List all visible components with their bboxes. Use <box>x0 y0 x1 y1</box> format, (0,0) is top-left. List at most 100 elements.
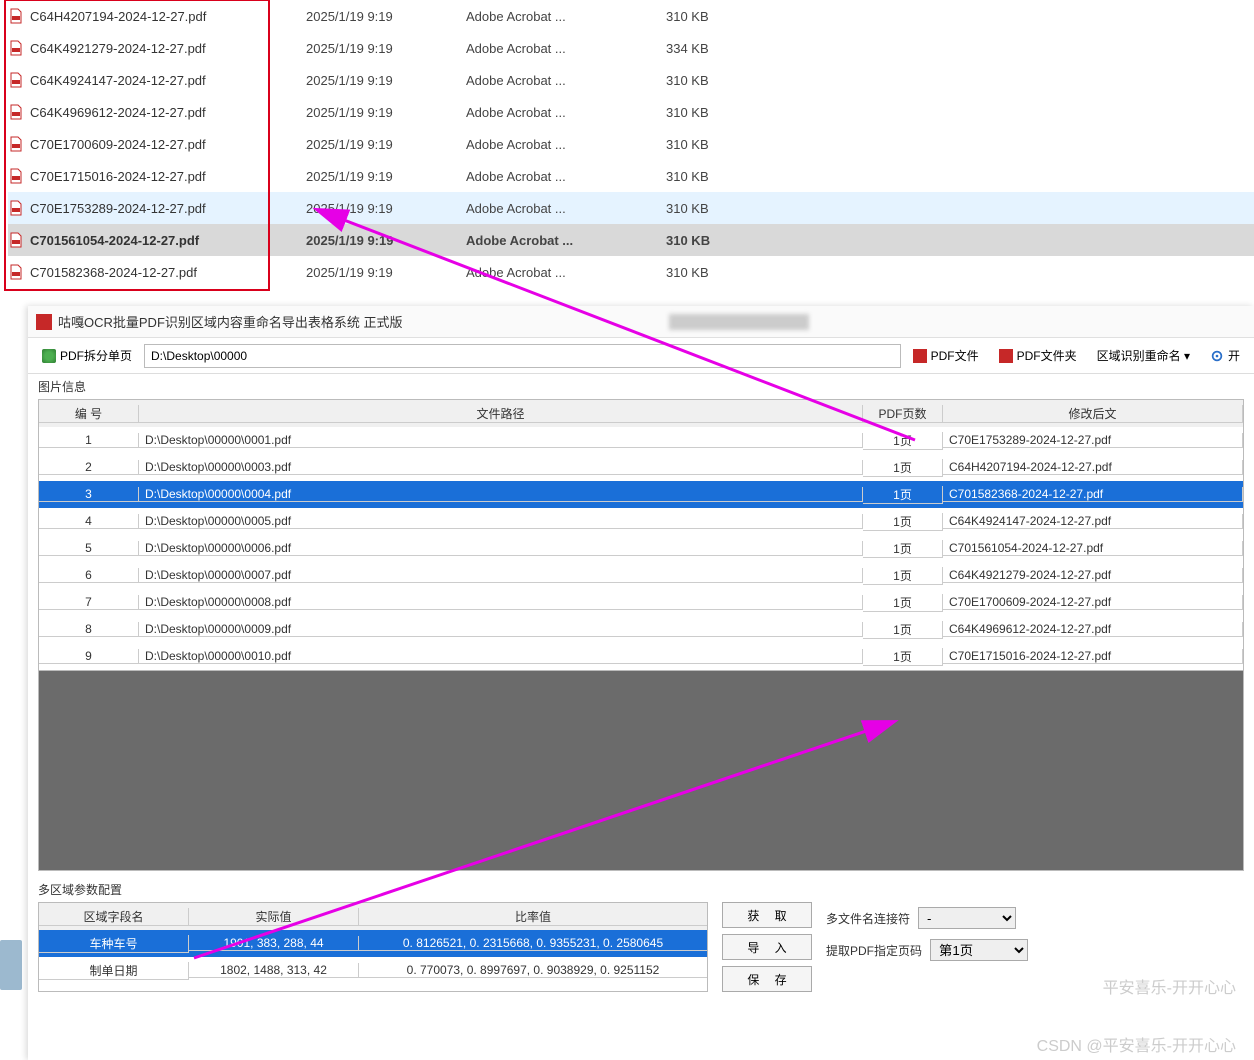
file-date: 2025/1/19 9:19 <box>306 9 466 24</box>
file-row[interactable]: C70E1715016-2024-12-27.pdf2025/1/19 9:19… <box>8 160 1254 192</box>
pdf-icon <box>8 200 24 216</box>
col-actual[interactable]: 实际值 <box>189 908 359 926</box>
app-icon <box>36 314 52 330</box>
table-row[interactable]: 1D:\Desktop\00000\0001.pdf1页C70E1753289-… <box>39 427 1243 454</box>
pdf-icon <box>8 8 24 24</box>
file-name: C64K4924147-2024-12-27.pdf <box>30 73 206 88</box>
file-size: 310 KB <box>666 9 766 24</box>
col-newname[interactable]: 修改后文 <box>943 405 1243 423</box>
table-row[interactable]: 4D:\Desktop\00000\0005.pdf1页C64K4924147-… <box>39 508 1243 535</box>
table-row[interactable]: 2D:\Desktop\00000\0003.pdf1页C64H4207194-… <box>39 454 1243 481</box>
cfg-field: 制单日期 <box>39 962 189 980</box>
section-image-info: 图片信息 <box>28 374 1254 399</box>
pdf-icon <box>913 349 927 363</box>
file-row[interactable]: C70E1753289-2024-12-27.pdf2025/1/19 9:19… <box>8 192 1254 224</box>
save-button[interactable]: 保 存 <box>722 966 812 992</box>
import-button[interactable]: 导 入 <box>722 934 812 960</box>
label: PDF文件夹 <box>1017 347 1077 364</box>
file-name: C70E1700609-2024-12-27.pdf <box>30 137 206 152</box>
table-row[interactable]: 3D:\Desktop\00000\0004.pdf1页C701582368-2… <box>39 481 1243 508</box>
table-row[interactable]: 8D:\Desktop\00000\0009.pdf1页C64K4969612-… <box>39 616 1243 643</box>
file-row[interactable]: C64K4969612-2024-12-27.pdf2025/1/19 9:19… <box>8 96 1254 128</box>
titlebar[interactable]: 咕嘎OCR批量PDF识别区域内容重命名导出表格系统 正式版 <box>28 306 1254 338</box>
table-row[interactable]: 6D:\Desktop\00000\0007.pdf1页C64K4921279-… <box>39 562 1243 589</box>
file-row[interactable]: C64H4207194-2024-12-27.pdf 2025/1/19 9:19… <box>8 0 1254 32</box>
label: PDF文件 <box>931 347 979 364</box>
grid-header: 编 号 文件路径 PDF页数 修改后文 <box>39 400 1243 427</box>
cell-newname: C70E1715016-2024-12-27.pdf <box>943 649 1243 664</box>
cfg-ratio: 0. 770073, 0. 8997697, 0. 9038929, 0. 92… <box>359 963 707 978</box>
file-size: 310 KB <box>666 105 766 120</box>
pdf-icon <box>999 349 1013 363</box>
file-type: Adobe Acrobat ... <box>466 73 666 88</box>
cell-path: D:\Desktop\00000\0007.pdf <box>139 568 863 583</box>
table-row[interactable]: 9D:\Desktop\00000\0010.pdf1页C70E1715016-… <box>39 643 1243 670</box>
taskbar-fragment <box>0 940 22 990</box>
region-rename-dropdown[interactable]: 区域识别重命名 ▾ <box>1089 342 1198 370</box>
grid-empty-area <box>38 671 1244 871</box>
file-type: Adobe Acrobat ... <box>466 201 666 216</box>
cell-newname: C701582368-2024-12-27.pdf <box>943 487 1243 502</box>
col-pages[interactable]: PDF页数 <box>863 405 943 423</box>
cell-number: 2 <box>39 460 139 475</box>
cfg-actual: 1901, 383, 288, 44 <box>189 936 359 951</box>
config-grid: 区域字段名 实际值 比率值 车种车号1901, 383, 288, 440. 8… <box>38 902 708 992</box>
file-explorer: C64H4207194-2024-12-27.pdf 2025/1/19 9:19… <box>8 0 1254 288</box>
file-date: 2025/1/19 9:19 <box>306 137 466 152</box>
cell-newname: C64K4924147-2024-12-27.pdf <box>943 514 1243 529</box>
path-input[interactable] <box>144 344 901 368</box>
file-date: 2025/1/19 9:19 <box>306 41 466 56</box>
cell-path: D:\Desktop\00000\0009.pdf <box>139 622 863 637</box>
file-size: 310 KB <box>666 137 766 152</box>
file-date: 2025/1/19 9:19 <box>306 201 466 216</box>
pdf-folder-button[interactable]: PDF文件夹 <box>991 342 1085 370</box>
ocr-app-window: 咕嘎OCR批量PDF识别区域内容重命名导出表格系统 正式版 PDF拆分单页 PD… <box>28 306 1254 1060</box>
pdf-split-button[interactable]: PDF拆分单页 <box>34 342 140 370</box>
cell-pages: 1页 <box>863 567 943 585</box>
cell-path: D:\Desktop\00000\0001.pdf <box>139 433 863 448</box>
col-ratio[interactable]: 比率值 <box>359 908 707 926</box>
cell-number: 5 <box>39 541 139 556</box>
cell-path: D:\Desktop\00000\0004.pdf <box>139 487 863 502</box>
table-row[interactable]: 5D:\Desktop\00000\0006.pdf1页C701561054-2… <box>39 535 1243 562</box>
file-type: Adobe Acrobat ... <box>466 265 666 280</box>
col-field[interactable]: 区域字段名 <box>39 908 189 926</box>
blurred-region <box>669 314 809 330</box>
cell-newname: C701561054-2024-12-27.pdf <box>943 541 1243 556</box>
pdf-icon <box>8 232 24 248</box>
watermark: 平安喜乐-开开心心 <box>1103 974 1236 998</box>
file-size: 310 KB <box>666 169 766 184</box>
file-name: C64H4207194-2024-12-27.pdf <box>30 9 206 24</box>
file-row[interactable]: C701582368-2024-12-27.pdf2025/1/19 9:19A… <box>8 256 1254 288</box>
file-row[interactable]: C70E1700609-2024-12-27.pdf 2025/1/19 9:19… <box>8 128 1254 160</box>
pdf-file-button[interactable]: PDF文件 <box>905 342 987 370</box>
cfg-field: 车种车号 <box>39 935 189 953</box>
joiner-select[interactable]: - <box>918 907 1016 929</box>
app-title: 咕嘎OCR批量PDF识别区域内容重命名导出表格系统 正式版 <box>58 312 403 331</box>
page-label: 提取PDF指定页码 <box>826 942 922 959</box>
cell-pages: 1页 <box>863 513 943 531</box>
file-grid: 编 号 文件路径 PDF页数 修改后文 1D:\Desktop\00000\00… <box>38 399 1244 671</box>
cell-pages: 1页 <box>863 432 943 450</box>
file-row[interactable]: C64K4924147-2024-12-27.pdf2025/1/19 9:19… <box>8 64 1254 96</box>
cell-newname: C64K4921279-2024-12-27.pdf <box>943 568 1243 583</box>
file-type: Adobe Acrobat ... <box>466 41 666 56</box>
config-row[interactable]: 车种车号1901, 383, 288, 440. 8126521, 0. 231… <box>39 930 707 957</box>
file-row[interactable]: C64K4921279-2024-12-27.pdf2025/1/19 9:19… <box>8 32 1254 64</box>
cell-number: 3 <box>39 487 139 502</box>
col-number[interactable]: 编 号 <box>39 405 139 423</box>
options-column: 多文件名连接符 - 提取PDF指定页码 第1页 <box>826 902 1028 992</box>
pdf-icon <box>8 168 24 184</box>
cell-path: D:\Desktop\00000\0003.pdf <box>139 460 863 475</box>
get-button[interactable]: 获 取 <box>722 902 812 928</box>
config-row[interactable]: 制单日期1802, 1488, 313, 420. 770073, 0. 899… <box>39 957 707 984</box>
page-select[interactable]: 第1页 <box>930 939 1028 961</box>
col-path[interactable]: 文件路径 <box>139 405 863 423</box>
cell-newname: C70E1700609-2024-12-27.pdf <box>943 595 1243 610</box>
settings-button[interactable]: 开 <box>1202 342 1248 370</box>
section-multi-region: 多区域参数配置 <box>28 877 1254 902</box>
table-row[interactable]: 7D:\Desktop\00000\0008.pdf1页C70E1700609-… <box>39 589 1243 616</box>
pdf-icon <box>8 104 24 120</box>
file-row[interactable]: C701561054-2024-12-27.pdf2025/1/19 9:19A… <box>8 224 1254 256</box>
cell-pages: 1页 <box>863 594 943 612</box>
